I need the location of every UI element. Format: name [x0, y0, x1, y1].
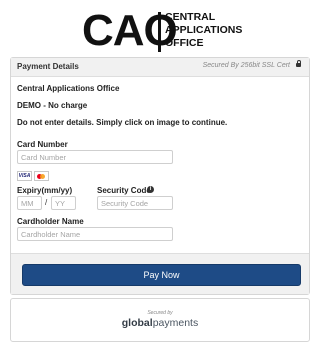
pay-now-button[interactable]: Pay Now [22, 264, 301, 286]
cardholder-name-input[interactable] [17, 227, 173, 241]
logo-line-2: APPLICATIONS [165, 24, 243, 36]
lock-icon [296, 60, 301, 67]
cao-logo: CAO CENTRAL APPLICATIONS OFFICE [82, 6, 252, 55]
visa-icon: VISA [17, 171, 32, 181]
mastercard-icon [34, 171, 49, 181]
logo-words: CENTRAL APPLICATIONS OFFICE [165, 11, 242, 50]
panel-title: Payment Details [17, 62, 79, 71]
logo-divider [158, 12, 161, 52]
expiry-separator: / [45, 198, 48, 207]
instruction-text: Do not enter details. Simply click on im… [17, 118, 228, 127]
security-code-input[interactable] [97, 196, 173, 210]
global-payments-badge: Secured by globalpayments [10, 298, 310, 342]
payment-panel: Payment Details Secured By 256bit SSL Ce… [10, 57, 310, 295]
demo-notice: DEMO - No charge [17, 101, 88, 110]
ssl-secure-text: Secured By 256bit SSL Cert [202, 62, 290, 69]
card-number-label: Card Number [17, 140, 68, 149]
global-payments-logo: globalpayments [121, 317, 199, 329]
expiry-year-input[interactable] [51, 196, 76, 210]
secured-by-text: Secured by [147, 310, 173, 316]
expiry-month-input[interactable] [17, 196, 42, 210]
logo-line-3: OFFICE [165, 37, 204, 49]
merchant-name: Central Applications Office [17, 84, 120, 93]
security-code-label: Security Code [97, 186, 151, 195]
panel-header: Payment Details Secured By 256bit SSL Ce… [11, 58, 309, 77]
info-icon[interactable]: i [147, 186, 154, 193]
logo-acronym: CAO [82, 6, 178, 55]
expiry-label: Expiry(mm/yy) [17, 186, 73, 195]
logo-line-1: CENTRAL [165, 11, 216, 23]
card-number-input[interactable] [17, 150, 173, 164]
cardholder-label: Cardholder Name [17, 217, 84, 226]
